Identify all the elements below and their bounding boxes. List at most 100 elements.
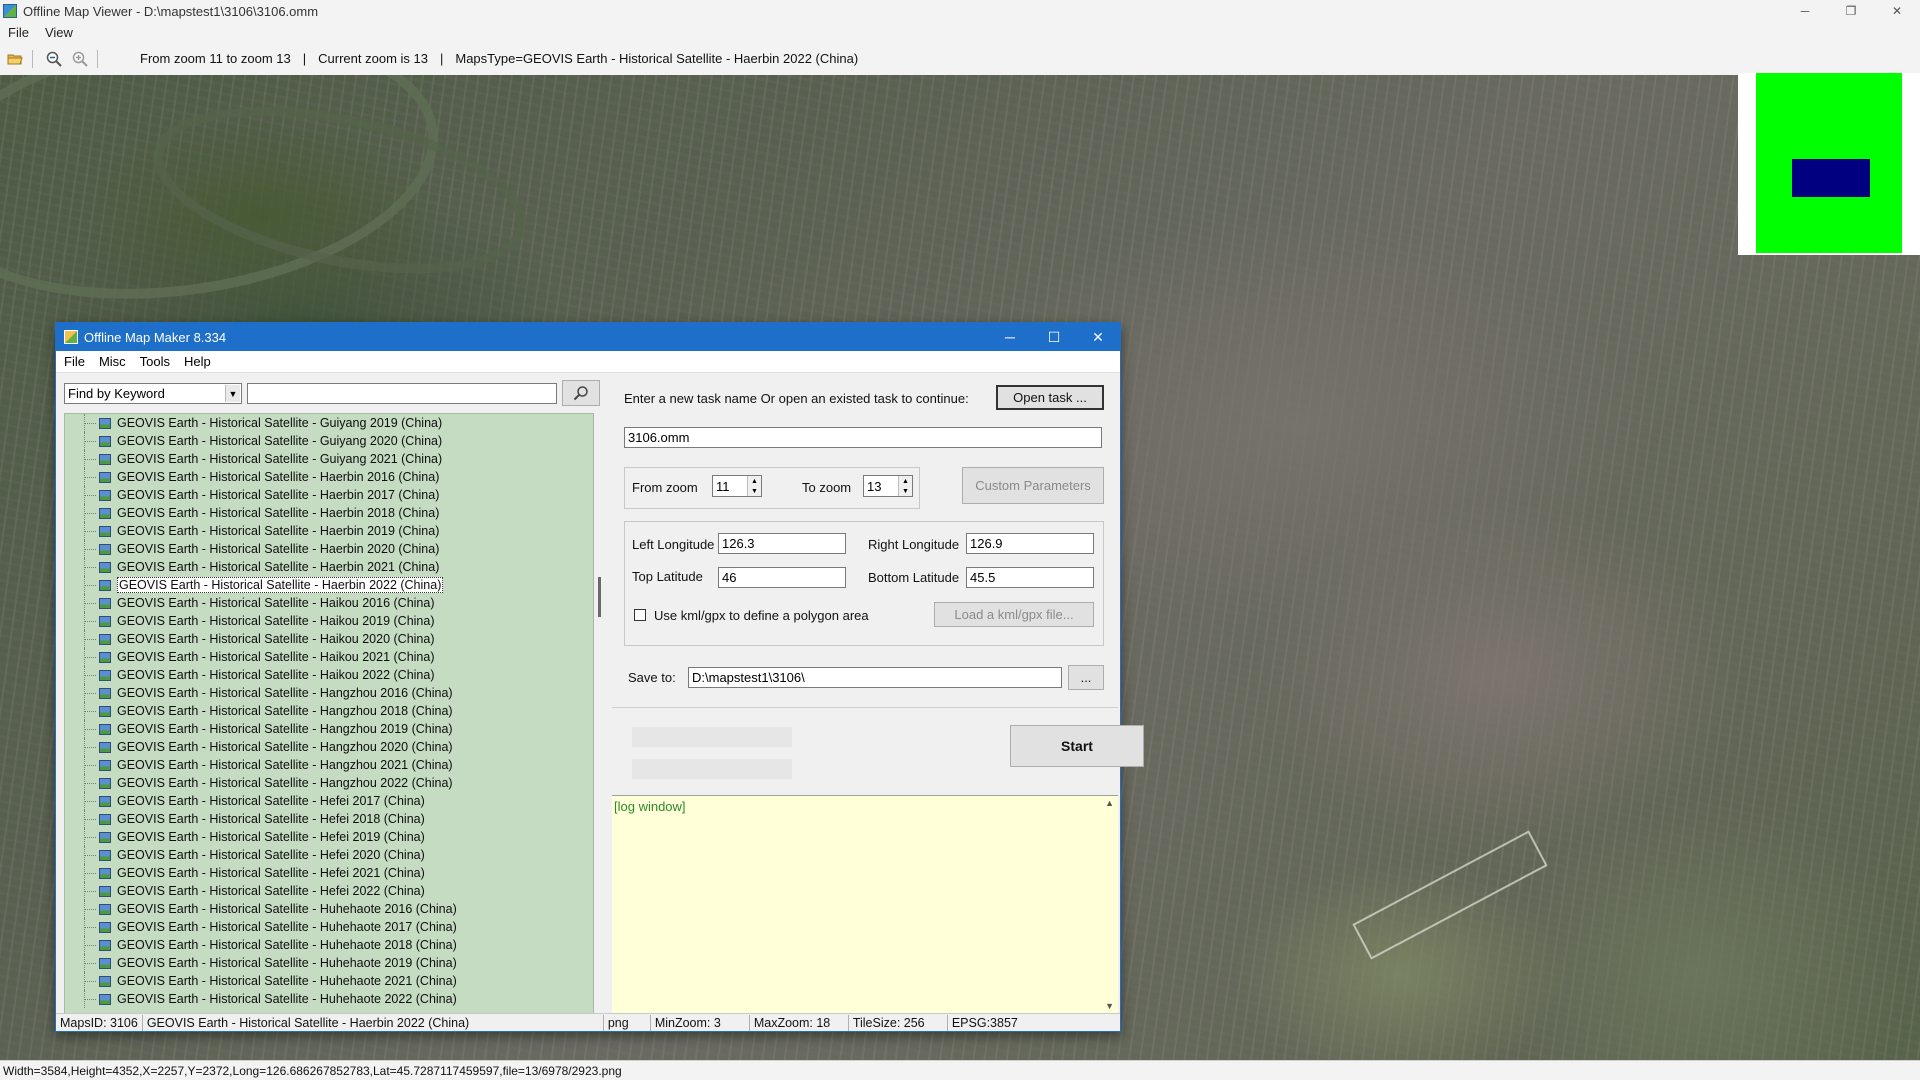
map-list-item[interactable]: GEOVIS Earth - Historical Satellite - Ha…	[65, 720, 593, 738]
find-mode-value: Find by Keyword	[68, 386, 165, 401]
dialog-menu-misc[interactable]: Misc	[91, 354, 132, 369]
bottom-latitude-input[interactable]: 45.5	[966, 567, 1094, 588]
save-to-input[interactable]: D:\mapstest1\3106\	[688, 667, 1062, 688]
minimize-button[interactable]: ─	[1782, 0, 1828, 22]
map-list-item[interactable]: GEOVIS Earth - Historical Satellite - Hu…	[65, 990, 593, 1008]
map-list-item[interactable]: GEOVIS Earth - Historical Satellite - Ha…	[65, 648, 593, 666]
chevron-up-icon[interactable]: ▲	[748, 476, 761, 486]
overview-minimap[interactable]	[1738, 73, 1920, 255]
map-list-item[interactable]: GEOVIS Earth - Historical Satellite - Ha…	[65, 738, 593, 756]
map-list-item[interactable]: GEOVIS Earth - Historical Satellite - He…	[65, 846, 593, 864]
dialog-menu-tools[interactable]: Tools	[132, 354, 176, 369]
find-mode-select[interactable]: Find by Keyword ▼	[64, 383, 242, 404]
map-list-item[interactable]: GEOVIS Earth - Historical Satellite - Ha…	[65, 558, 593, 576]
map-list-item[interactable]: GEOVIS Earth - Historical Satellite - Hu…	[65, 918, 593, 936]
use-kml-checkbox[interactable]	[634, 609, 646, 621]
map-list-item[interactable]: GEOVIS Earth - Historical Satellite - Ha…	[65, 756, 593, 774]
dialog-menu-help[interactable]: Help	[176, 354, 217, 369]
map-list-item[interactable]: GEOVIS Earth - Historical Satellite - Ha…	[65, 684, 593, 702]
load-kml-button[interactable]: Load a kml/gpx file...	[934, 602, 1094, 627]
map-list-item[interactable]: GEOVIS Earth - Historical Satellite - He…	[65, 792, 593, 810]
chevron-up-icon[interactable]: ▲	[899, 476, 912, 486]
start-button[interactable]: Start	[1010, 725, 1144, 767]
menu-file[interactable]: File	[0, 25, 37, 40]
map-tile-icon	[99, 813, 111, 825]
current-zoom-text: Current zoom is 13	[318, 51, 428, 66]
chevron-down-icon[interactable]: ▼	[225, 385, 240, 402]
map-list-item[interactable]: GEOVIS Earth - Historical Satellite - Hu…	[65, 972, 593, 990]
map-list-item[interactable]: GEOVIS Earth - Historical Satellite - Gu…	[65, 432, 593, 450]
dialog-menubar: File Misc Tools Help	[56, 351, 1120, 373]
left-longitude-input[interactable]: 126.3	[718, 533, 846, 554]
from-zoom-arrows[interactable]: ▲ ▼	[747, 476, 761, 496]
menu-view[interactable]: View	[37, 25, 81, 40]
zoom-in-button[interactable]	[69, 48, 91, 70]
open-folder-button[interactable]	[4, 48, 26, 70]
map-list-item[interactable]: GEOVIS Earth - Historical Satellite - Gu…	[65, 450, 593, 468]
to-zoom-arrows[interactable]: ▲ ▼	[898, 476, 912, 496]
map-tile-icon	[99, 867, 111, 879]
map-tile-icon	[99, 993, 111, 1005]
maps-name-text: GEOVIS Earth - Historical Satellite - Ha…	[146, 1015, 470, 1030]
close-button[interactable]: ✕	[1874, 0, 1920, 22]
map-source-list[interactable]: GEOVIS Earth - Historical Satellite - Gu…	[64, 413, 594, 1015]
chevron-down-icon[interactable]: ▼	[748, 486, 761, 496]
map-list-item[interactable]: GEOVIS Earth - Historical Satellite - Ha…	[65, 666, 593, 684]
map-list-item[interactable]: GEOVIS Earth - Historical Satellite - Ha…	[65, 540, 593, 558]
task-name-input[interactable]: 3106.omm	[624, 427, 1102, 448]
map-list-item[interactable]: GEOVIS Earth - Historical Satellite - Hu…	[65, 936, 593, 954]
map-tile-icon	[99, 705, 111, 717]
map-list-item[interactable]: GEOVIS Earth - Historical Satellite - Ha…	[65, 486, 593, 504]
open-task-button[interactable]: Open task ...	[996, 385, 1104, 410]
dialog-minimize-button[interactable]: ─	[988, 323, 1032, 351]
minimap-viewport[interactable]	[1792, 159, 1870, 197]
map-list-item[interactable]: GEOVIS Earth - Historical Satellite - Ha…	[65, 630, 593, 648]
map-list-item[interactable]: GEOVIS Earth - Historical Satellite - Ha…	[65, 576, 593, 594]
map-list-item[interactable]: GEOVIS Earth - Historical Satellite - Ha…	[65, 702, 593, 720]
right-longitude-input[interactable]: 126.9	[966, 533, 1094, 554]
scroll-up-icon[interactable]: ▲	[1105, 798, 1114, 808]
map-list-item-label: GEOVIS Earth - Historical Satellite - He…	[117, 866, 425, 880]
map-list-item[interactable]: GEOVIS Earth - Historical Satellite - Ha…	[65, 522, 593, 540]
keyword-search-input[interactable]	[247, 383, 557, 404]
window-controls: ─ ❐ ✕	[1782, 0, 1920, 22]
map-tile-icon	[99, 939, 111, 951]
map-list-item[interactable]: GEOVIS Earth - Historical Satellite - Hu…	[65, 954, 593, 972]
log-window[interactable]: [log window] ▲ ▼	[612, 795, 1118, 1013]
dialog-maximize-button[interactable]: ☐	[1032, 323, 1076, 351]
offline-map-maker-dialog: Offline Map Maker 8.334 ─ ☐ ✕ File Misc …	[55, 322, 1144, 1032]
chevron-down-icon[interactable]: ▼	[899, 486, 912, 496]
map-list-item[interactable]: GEOVIS Earth - Historical Satellite - Ha…	[65, 504, 593, 522]
dialog-titlebar: Offline Map Maker 8.334 ─ ☐ ✕	[56, 323, 1120, 351]
search-button[interactable]	[562, 380, 600, 406]
map-list-item[interactable]: GEOVIS Earth - Historical Satellite - He…	[65, 864, 593, 882]
map-list-item[interactable]: GEOVIS Earth - Historical Satellite - He…	[65, 882, 593, 900]
map-list-item-label: GEOVIS Earth - Historical Satellite - Gu…	[117, 416, 443, 430]
browse-button[interactable]: ...	[1068, 665, 1104, 690]
to-zoom-stepper[interactable]: 13 ▲ ▼	[863, 475, 913, 497]
map-list-item[interactable]: GEOVIS Earth - Historical Satellite - Ha…	[65, 612, 593, 630]
map-list-item[interactable]: GEOVIS Earth - Historical Satellite - He…	[65, 828, 593, 846]
scroll-down-icon[interactable]: ▼	[1105, 1001, 1114, 1011]
scrollbar-thumb[interactable]	[598, 577, 601, 617]
map-list-item-label: GEOVIS Earth - Historical Satellite - Hu…	[117, 920, 457, 934]
from-zoom-stepper[interactable]: 11 ▲ ▼	[712, 475, 762, 497]
map-list-item[interactable]: GEOVIS Earth - Historical Satellite - Ha…	[65, 468, 593, 486]
dialog-close-button[interactable]: ✕	[1076, 323, 1120, 351]
map-tile-icon	[99, 453, 111, 465]
map-list-scrollbar[interactable]	[598, 413, 603, 1015]
map-list-item-label: GEOVIS Earth - Historical Satellite - Ha…	[117, 488, 440, 502]
map-list-item[interactable]: GEOVIS Earth - Historical Satellite - Ha…	[65, 594, 593, 612]
map-list-item[interactable]: GEOVIS Earth - Historical Satellite - He…	[65, 810, 593, 828]
map-list-item-label: GEOVIS Earth - Historical Satellite - Hu…	[117, 956, 457, 970]
map-list-item[interactable]: GEOVIS Earth - Historical Satellite - Hu…	[65, 900, 593, 918]
map-tile-icon	[99, 885, 111, 897]
custom-parameters-button[interactable]: Custom Parameters	[962, 467, 1104, 504]
from-zoom-value: 11	[716, 478, 730, 494]
restore-button[interactable]: ❐	[1828, 0, 1874, 22]
dialog-menu-file[interactable]: File	[56, 354, 91, 369]
map-list-item[interactable]: GEOVIS Earth - Historical Satellite - Gu…	[65, 414, 593, 432]
map-list-item[interactable]: GEOVIS Earth - Historical Satellite - Ha…	[65, 774, 593, 792]
zoom-out-button[interactable]	[43, 48, 65, 70]
top-latitude-input[interactable]: 46	[718, 567, 846, 588]
